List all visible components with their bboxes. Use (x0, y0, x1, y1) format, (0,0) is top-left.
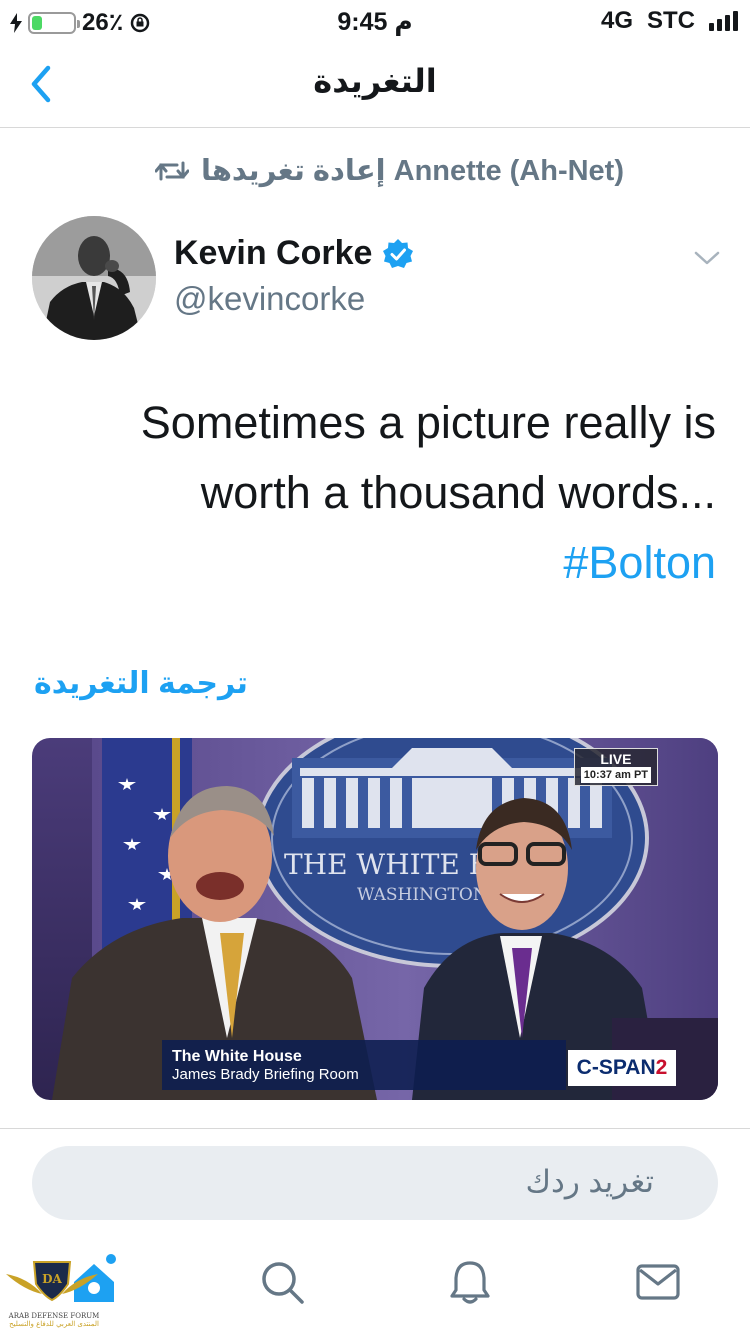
retweet-icon (154, 161, 189, 180)
live-time: 10:37 am PT (580, 767, 651, 783)
tweet-media-image[interactable]: THE WHITE H WASHINGTON LIVE 10:37 am PT … (32, 738, 718, 1100)
watermark-text: ARAB DEFENSE FORUM المنتدى العربي للدفاع… (4, 1312, 104, 1328)
home-notification-dot (104, 1252, 118, 1266)
tweet-text-line1: Sometimes a picture really is (140, 397, 716, 448)
caption-line2: James Brady Briefing Room (172, 1066, 359, 1083)
divider (0, 1128, 750, 1129)
mail-icon[interactable] (634, 1258, 682, 1306)
author-name[interactable]: Kevin Corke (174, 234, 414, 273)
hashtag-link[interactable]: #Bolton (76, 528, 716, 598)
live-label: LIVE (600, 751, 632, 767)
author-handle[interactable]: @kevincorke (174, 280, 365, 318)
signal-icon (709, 11, 738, 31)
search-icon[interactable] (258, 1258, 306, 1306)
cspan-logo-text: C-SPAN (576, 1056, 656, 1079)
tweet-text-line2: worth a thousand words... (200, 467, 716, 518)
status-bar: 26٪ 9:45 م 4G STC (0, 0, 750, 42)
caption-line1: The White House (172, 1048, 302, 1065)
nav-header: التغريدة (0, 42, 750, 128)
watermark-subtitle: المنتدى العربي للدفاع والتسليح (9, 1320, 99, 1328)
author-name-text: Kevin Corke (174, 234, 373, 272)
reply-input[interactable]: تغريد ردك (32, 1146, 718, 1220)
bell-icon[interactable] (446, 1258, 494, 1306)
lower-third-caption: The White House James Brady Briefing Roo… (162, 1040, 566, 1090)
cspan-logo-number: 2 (655, 1056, 668, 1079)
translate-tweet-link[interactable]: ترجمة التغريدة (34, 666, 248, 701)
seal-text: THE WHITE H (284, 848, 493, 881)
verified-badge-icon (383, 238, 414, 268)
watermark-title: ARAB DEFENSE FORUM (8, 1312, 100, 1320)
retweet-label: Annette (Ah-Net) إعادة تغريدها (200, 155, 624, 187)
status-right: 4G STC (601, 7, 738, 35)
retweet-context[interactable]: Annette (Ah-Net) إعادة تغريدها (154, 153, 624, 188)
carrier-name: STC (647, 7, 695, 34)
tab-bar (0, 1246, 750, 1334)
reply-placeholder: تغريد ردك (525, 1164, 654, 1199)
cspan-logo: C-SPAN2 (568, 1050, 676, 1086)
watermark-mark: DA (42, 1272, 62, 1286)
network-type: 4G (600, 7, 633, 34)
page-title: التغريدة (313, 63, 437, 99)
forum-watermark-logo: DA ARAB DEFENSE FORUM المنتدى العربي للد… (4, 1260, 100, 1334)
live-badge: LIVE 10:37 am PT (573, 748, 658, 786)
seal-subtext: WASHINGTON (357, 885, 488, 905)
avatar[interactable] (32, 216, 156, 340)
tweet-text: Sometimes a picture really is worth a th… (76, 388, 716, 598)
chevron-down-icon[interactable] (694, 248, 720, 268)
